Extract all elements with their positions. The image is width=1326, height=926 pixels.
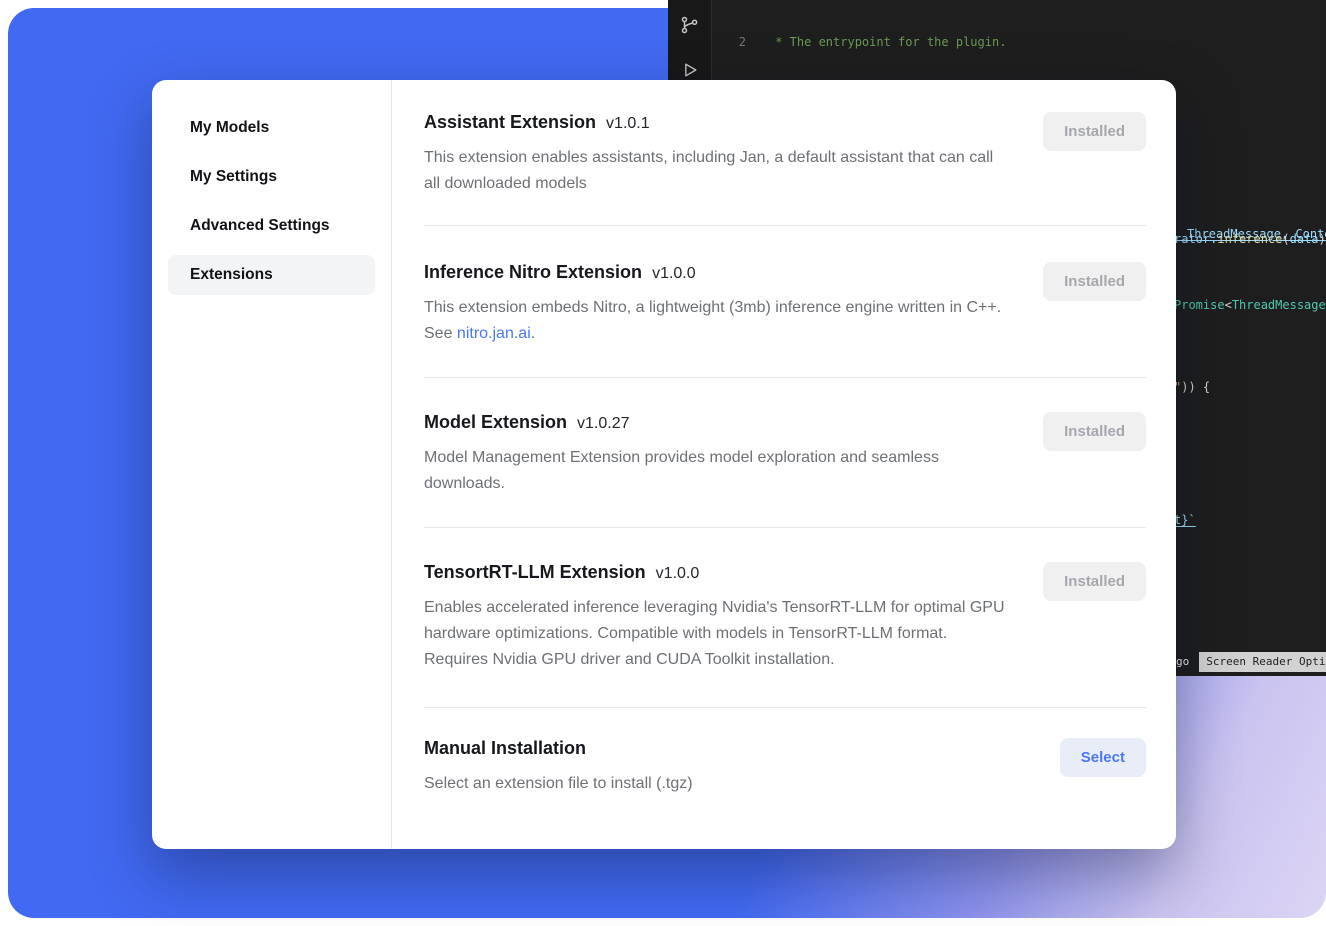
status-text: go (1176, 654, 1189, 670)
installed-button[interactable]: Installed (1043, 562, 1146, 601)
sidebar-item-extensions[interactable]: Extensions (168, 255, 375, 295)
sidebar-item-my-settings[interactable]: My Settings (168, 157, 375, 197)
extension-info: Model Extension v1.0.27 Model Management… (424, 412, 1009, 497)
installed-button[interactable]: Installed (1043, 262, 1146, 301)
description-text: . (531, 325, 535, 342)
extension-title: Assistant Extension v1.0.1 (424, 112, 1009, 133)
settings-sidebar: My Models My Settings Advanced Settings … (152, 80, 392, 849)
select-file-button[interactable]: Select (1060, 738, 1146, 777)
extension-name: Model Extension (424, 412, 567, 433)
extension-name: Assistant Extension (424, 112, 596, 133)
line-number: 2 (712, 34, 746, 50)
extension-version: v1.0.0 (652, 265, 696, 283)
extension-row-model: Model Extension v1.0.27 Model Management… (424, 378, 1146, 528)
code-line: 2 * The entrypoint for the plugin. (712, 34, 1326, 50)
code-fragment: ")) { (1174, 379, 1210, 395)
nitro-jan-ai-link[interactable]: nitro.jan.ai (457, 325, 531, 342)
code-fragment: rator.inference(data)); (1174, 231, 1326, 247)
manual-installation-row: Manual Installation Select an extension … (424, 708, 1146, 817)
sidebar-item-advanced-settings[interactable]: Advanced Settings (168, 206, 375, 246)
extension-description: This extension embeds Nitro, a lightweig… (424, 295, 1009, 347)
extension-description: This extension enables assistants, inclu… (424, 145, 1009, 197)
code-text: * The entrypoint for the plugin. (746, 34, 1006, 50)
code-token: data (1290, 232, 1319, 246)
code-token: )) { (1181, 380, 1210, 394)
extension-version: v1.0.0 (656, 565, 700, 583)
extension-title: Inference Nitro Extension v1.0.0 (424, 262, 1009, 283)
sidebar-item-my-models[interactable]: My Models (168, 108, 375, 148)
extension-row-tensorrt-llm: TensortRT-LLM Extension v1.0.0 Enables a… (424, 528, 1146, 708)
extension-version: v1.0.27 (577, 415, 629, 433)
extension-version: v1.0.1 (606, 115, 650, 133)
source-control-icon[interactable] (679, 14, 701, 40)
extension-info: Inference Nitro Extension v1.0.0 This ex… (424, 262, 1009, 347)
extension-row-assistant: Assistant Extension v1.0.1 This extensio… (424, 80, 1146, 226)
installed-button[interactable]: Installed (1043, 412, 1146, 451)
extension-title: Model Extension v1.0.27 (424, 412, 1009, 433)
extension-info: Manual Installation Select an extension … (424, 738, 693, 797)
code-fragment: Promise<ThreadMessage> (1174, 297, 1326, 313)
installed-button[interactable]: Installed (1043, 112, 1146, 151)
editor-status-bar: go Screen Reader Optimized (1176, 652, 1326, 672)
code-token: rator. (1174, 232, 1217, 246)
code-token: < (1225, 298, 1232, 312)
extension-info: TensortRT-LLM Extension v1.0.0 Enables a… (424, 562, 1009, 673)
code-token: t}` (1174, 513, 1196, 527)
extension-name: TensortRT-LLM Extension (424, 562, 646, 583)
extension-description: Select an extension file to install (.tg… (424, 771, 693, 797)
code-token: ThreadMessage (1232, 298, 1326, 312)
extension-title: Manual Installation (424, 738, 693, 759)
settings-modal: My Models My Settings Advanced Settings … (152, 80, 1176, 849)
extension-name: Inference Nitro Extension (424, 262, 642, 283)
extensions-list: Assistant Extension v1.0.1 This extensio… (392, 80, 1176, 849)
extension-title: TensortRT-LLM Extension v1.0.0 (424, 562, 1009, 583)
extension-name: Manual Installation (424, 738, 586, 759)
screen-reader-chip[interactable]: Screen Reader Optimized (1199, 652, 1326, 672)
screen: 2 * The entrypoint for the plugin. 3 */ … (0, 0, 1326, 926)
extension-info: Assistant Extension v1.0.1 This extensio… (424, 112, 1009, 197)
extension-description: Model Management Extension provides mode… (424, 445, 1009, 497)
code-token: )); (1319, 232, 1326, 246)
extension-description: Enables accelerated inference leveraging… (424, 595, 1009, 673)
extension-row-inference-nitro: Inference Nitro Extension v1.0.0 This ex… (424, 226, 1146, 378)
code-token: ( (1282, 232, 1289, 246)
code-token: inference (1217, 232, 1282, 246)
code-token: Promise (1174, 298, 1225, 312)
code-fragment: t}` (1174, 512, 1196, 528)
